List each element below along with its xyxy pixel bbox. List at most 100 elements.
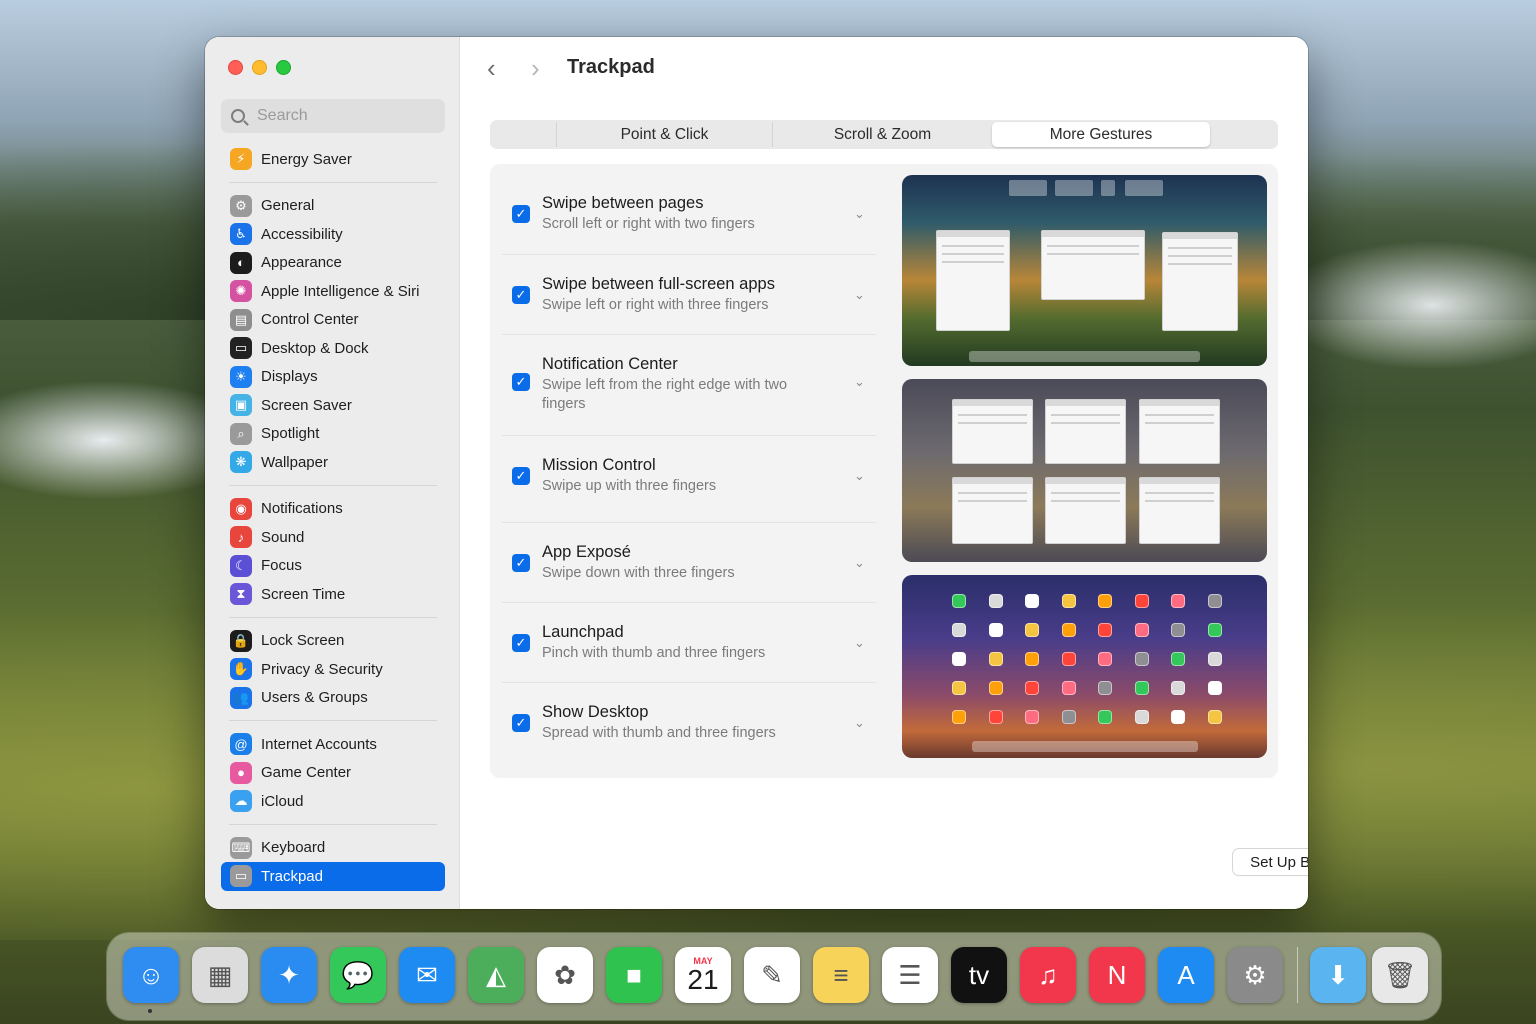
- mail-icon[interactable]: ✉: [399, 947, 455, 1003]
- app-icon-thumbnail: [1134, 594, 1149, 608]
- dock-glyph: N: [1107, 959, 1127, 990]
- close-button[interactable]: [228, 60, 243, 75]
- sidebar-item-sound[interactable]: ♪ Sound: [221, 523, 445, 552]
- search-field[interactable]: Search: [221, 99, 445, 133]
- sidebar-item-screen-saver[interactable]: ▣ Screen Saver: [221, 391, 445, 420]
- sidebar-separator: [229, 823, 437, 825]
- dock-glyph: ☺: [137, 959, 165, 990]
- sidebar-item-control-center[interactable]: ▤ Control Center: [221, 306, 445, 335]
- launchpad-icon[interactable]: ▦: [192, 947, 248, 1003]
- spaces-thumb: [1125, 180, 1163, 196]
- sidebar-item-appearance[interactable]: ◐ Appearance: [221, 249, 445, 278]
- page-title: Trackpad: [567, 56, 655, 78]
- screen-time-icon: ⧗: [230, 583, 252, 606]
- sidebar-item-spotlight[interactable]: ⌕ Spotlight: [221, 420, 445, 449]
- sidebar-item-icloud[interactable]: ☁ iCloud: [221, 787, 445, 816]
- tv-icon[interactable]: tv: [951, 947, 1007, 1003]
- back-button[interactable]: ‹: [487, 55, 507, 81]
- checkbox-app-expos[interactable]: ✓: [512, 554, 530, 572]
- chevron-down-icon[interactable]: ⌄: [854, 206, 865, 222]
- chevron-down-icon[interactable]: ⌄: [854, 287, 865, 303]
- game-center-icon: ●: [230, 761, 252, 784]
- spaces-thumb: [1009, 180, 1047, 196]
- dock-glyph: ✎: [761, 959, 783, 990]
- messages-icon[interactable]: 💬: [330, 947, 386, 1003]
- system-settings-icon[interactable]: ⚙: [1227, 947, 1283, 1003]
- sidebar-item-users-groups[interactable]: 👥 Users & Groups: [221, 684, 445, 713]
- sidebar-item-general[interactable]: ⚙ General: [221, 192, 445, 221]
- safari-icon[interactable]: ✦: [261, 947, 317, 1003]
- checkbox-show-desktop[interactable]: ✓: [512, 714, 530, 732]
- sidebar-list: ⚡ Energy Saver ⚙ General ♿ Accessibility ◐ Appe…: [221, 145, 445, 891]
- gesture-title: Show Desktop: [542, 703, 649, 721]
- sidebar-item-label: General: [261, 197, 315, 215]
- tab-point-click[interactable]: Point & Click: [556, 122, 772, 147]
- gesture-title: Launchpad: [542, 623, 624, 641]
- chevron-down-icon[interactable]: ⌄: [854, 715, 865, 731]
- sidebar-item-notifications[interactable]: ◉ Notifications: [221, 495, 445, 524]
- sidebar-item-energy-saver[interactable]: ⚡ Energy Saver: [221, 145, 445, 174]
- app-store-icon[interactable]: A: [1158, 947, 1214, 1003]
- sidebar-item-label: Lock Screen: [261, 632, 345, 650]
- dock: ☺ ▦ ✦ 💬 ✉ ◭ ✿ ■ MAY 21 ✎ ≡ ☰ tv ♫ N A ⚙ ⬇ 🗑: [107, 933, 1441, 1020]
- checkbox-mission-control[interactable]: ✓: [512, 467, 530, 485]
- dock-glyph: ✦: [278, 959, 300, 990]
- tab-more-gestures[interactable]: More Gestures: [992, 122, 1210, 147]
- sidebar-item-label: Internet Accounts: [261, 735, 377, 753]
- chevron-down-icon[interactable]: ⌄: [854, 635, 865, 651]
- dock-glyph: ≡: [833, 959, 849, 990]
- window-thumbnail: [952, 477, 1033, 544]
- sidebar-item-label: Appearance: [261, 254, 342, 272]
- gesture-subtitle: Swipe down with three fingers: [542, 565, 735, 581]
- sidebar-item-privacy-security[interactable]: ✋ Privacy & Security: [221, 655, 445, 684]
- chevron-down-icon[interactable]: ⌄: [854, 555, 865, 571]
- spaces-thumb: [1101, 180, 1115, 196]
- sidebar-item-accessibility[interactable]: ♿ Accessibility: [221, 220, 445, 249]
- sidebar-item-game-center[interactable]: ● Game Center: [221, 759, 445, 788]
- sidebar-item-trackpad[interactable]: ▭ Trackpad: [221, 862, 445, 891]
- dock-glyph: tv: [968, 959, 990, 990]
- gesture-subtitle: Swipe left from the right edge with two …: [542, 377, 788, 412]
- dock-glyph: ✿: [554, 959, 576, 990]
- sidebar-item-displays[interactable]: ☀ Displays: [221, 363, 445, 392]
- music-icon[interactable]: ♫: [1020, 947, 1076, 1003]
- setup-bluetooth-trackpad-button[interactable]: Set Up Bluetooth Trackpad...: [1233, 849, 1308, 875]
- trash-icon[interactable]: 🗑: [1372, 947, 1428, 1003]
- chevron-down-icon[interactable]: ⌄: [854, 468, 865, 484]
- sidebar-item-internet-accounts[interactable]: @ Internet Accounts: [221, 730, 445, 759]
- folder-icon[interactable]: ⬇: [1310, 947, 1366, 1003]
- forward-button[interactable]: ›: [531, 55, 551, 81]
- tab-scroll-zoom[interactable]: Scroll & Zoom: [772, 122, 992, 147]
- facetime-icon[interactable]: ■: [606, 947, 662, 1003]
- sidebar-item-apple-intelligence-siri[interactable]: ✺ Apple Intelligence & Siri: [221, 277, 445, 306]
- sidebar-item-label: Screen Time: [261, 585, 346, 603]
- notes-icon[interactable]: ≡: [813, 947, 869, 1003]
- gesture-subtitle: Scroll left or right with two fingers: [542, 216, 755, 232]
- chevron-down-icon[interactable]: ⌄: [854, 374, 865, 390]
- sidebar-item-wallpaper[interactable]: ❋ Wallpaper: [221, 448, 445, 477]
- maps-icon[interactable]: ◭: [468, 947, 524, 1003]
- sidebar-item-desktop-dock[interactable]: ▭ Desktop & Dock: [221, 334, 445, 363]
- dock-glyph: ▦: [207, 959, 233, 990]
- reminders-icon[interactable]: ☰: [882, 947, 938, 1003]
- checkbox-notification-center[interactable]: ✓: [512, 373, 530, 391]
- checkbox-swipe-between-full-screen-apps[interactable]: ✓: [512, 286, 530, 304]
- app-icon-thumbnail: [1171, 681, 1185, 695]
- news-icon[interactable]: N: [1089, 947, 1145, 1003]
- app-icon-thumbnail: [1207, 594, 1222, 608]
- minimize-button[interactable]: [252, 60, 267, 75]
- app-icon-thumbnail: [1098, 594, 1112, 608]
- checkbox-swipe-between-pages[interactable]: ✓: [512, 205, 530, 223]
- sidebar-item-keyboard[interactable]: ⌨ Keyboard: [221, 834, 445, 863]
- zoom-button[interactable]: [276, 60, 291, 75]
- app-icon-thumbnail: [1061, 594, 1076, 608]
- app-icon-thumbnail: [1171, 652, 1185, 666]
- sidebar-item-lock-screen[interactable]: 🔒 Lock Screen: [221, 627, 445, 656]
- freeform-icon[interactable]: ✎: [744, 947, 800, 1003]
- sidebar-item-screen-time[interactable]: ⧗ Screen Time: [221, 580, 445, 609]
- finder-icon[interactable]: ☺: [123, 947, 179, 1003]
- photos-icon[interactable]: ✿: [537, 947, 593, 1003]
- checkbox-launchpad[interactable]: ✓: [512, 634, 530, 652]
- sidebar-item-focus[interactable]: ☾ Focus: [221, 552, 445, 581]
- calendar-icon[interactable]: MAY 21: [675, 947, 731, 1003]
